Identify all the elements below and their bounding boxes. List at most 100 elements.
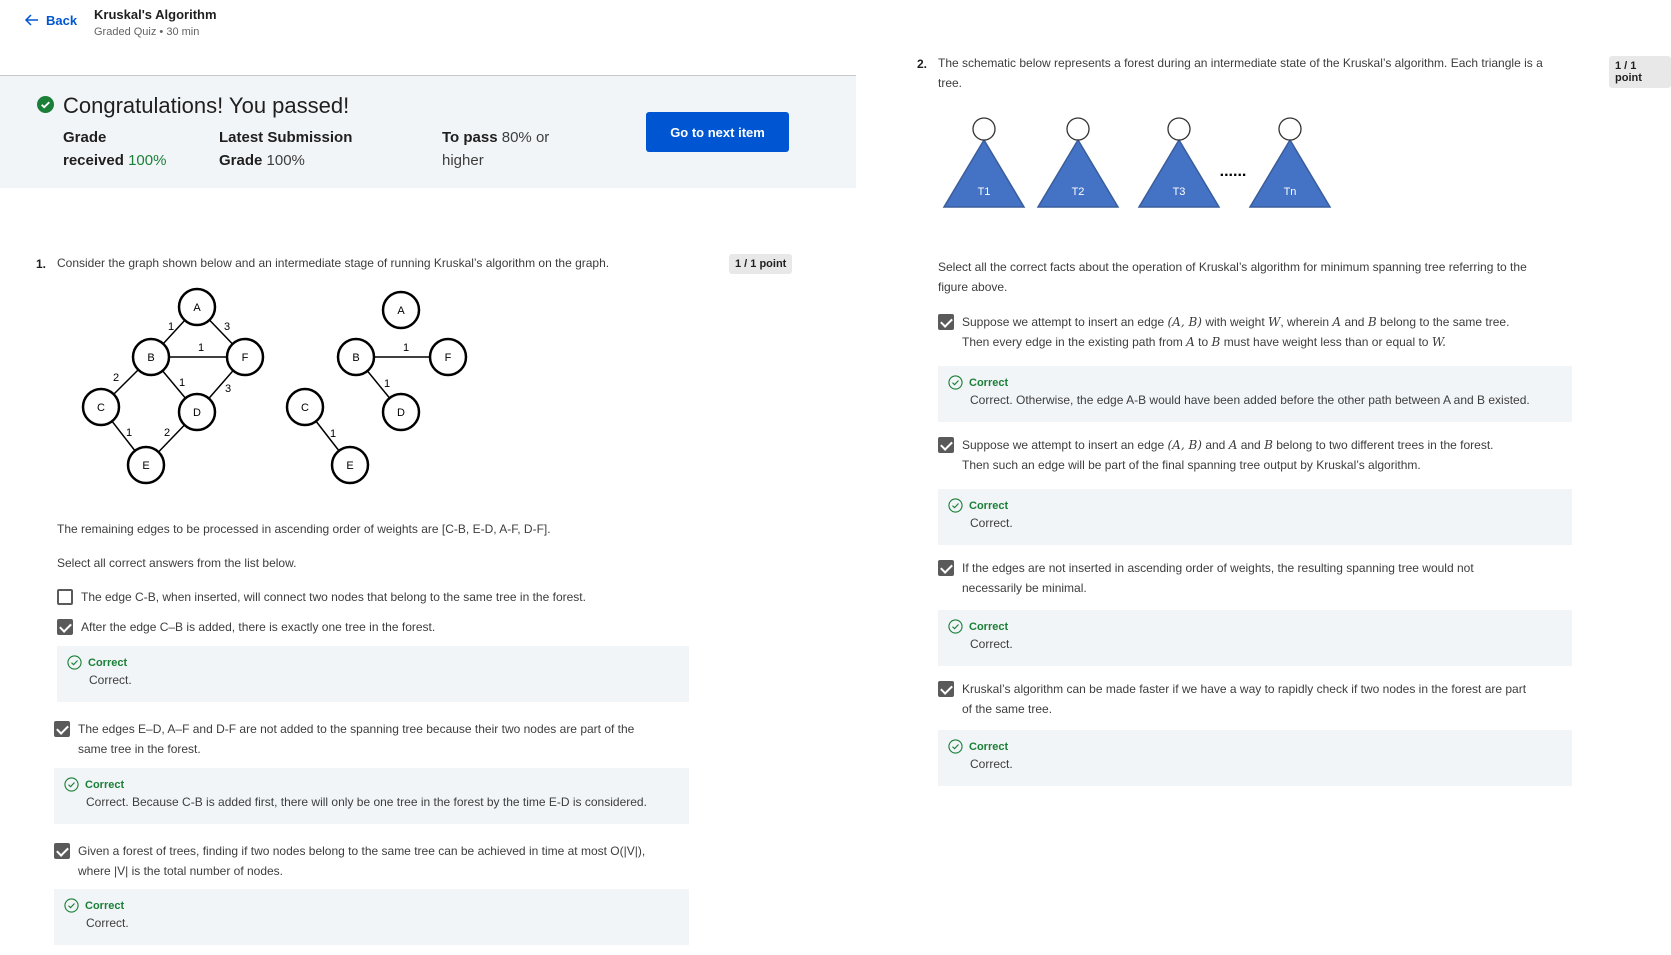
text: and	[1344, 315, 1365, 329]
option-label: Suppose we attempt to insert an edge (A,…	[962, 435, 1494, 475]
feedback-text: Correct.	[970, 637, 1013, 651]
q2-feedback-4: Correct Correct.	[938, 730, 1572, 786]
forest-weight-c-e: 1	[330, 428, 336, 440]
math-expression: (A, B)	[1167, 315, 1202, 329]
weight-b-c: 2	[113, 372, 119, 384]
checkbox[interactable]	[57, 589, 73, 605]
text: belong to the same tree.	[1379, 315, 1510, 329]
text: must have weight less than or equal to	[1223, 335, 1429, 349]
node-label-c: C	[97, 402, 105, 414]
text: and	[1205, 438, 1226, 452]
q2-option-1[interactable]: Suppose we attempt to insert an edge (A,…	[938, 312, 1509, 352]
math-expression: (A, B)	[1167, 438, 1202, 452]
checkbox-checked[interactable]	[938, 560, 954, 576]
quiz-subtitle: Graded Quiz • 30 min	[94, 26, 200, 38]
option-label: The edge C-B, when inserted, will connec…	[81, 590, 586, 604]
forest-node-label-a: A	[397, 305, 405, 317]
q1-option-2[interactable]: After the edge C–B is added, there is ex…	[57, 617, 435, 637]
q1-option-3[interactable]: The edges E–D, A–F and D-F are not added…	[54, 719, 634, 759]
feedback-text: Correct.	[89, 673, 132, 687]
feedback-status: Correct	[969, 376, 1009, 389]
feedback-header: Correct	[67, 655, 679, 670]
latest-label: Latest Submission	[219, 129, 353, 146]
forest-node-label-b: B	[352, 352, 359, 364]
check-circle-icon	[37, 96, 54, 113]
q1-feedback-3: Correct Correct.	[54, 889, 689, 945]
prompt-line-1: The schematic below represents a forest …	[938, 56, 1543, 70]
text: Then such an edge will be part of the fi…	[962, 458, 1421, 472]
feedback-status: Correct	[85, 899, 125, 912]
text: Then every edge in the existing path fro…	[962, 335, 1183, 349]
latest-submission-grade: Latest Submission Grade 100%	[219, 126, 352, 172]
text: Suppose we attempt to insert an edge	[962, 438, 1165, 452]
option-label: Kruskal’s algorithm can be made faster i…	[962, 679, 1526, 719]
feedback-header: Correct	[64, 777, 679, 792]
option-label: If the edges are not inserted in ascendi…	[962, 558, 1474, 598]
question-1-number: 1.	[36, 257, 47, 271]
check-circle-outline-icon	[948, 498, 963, 513]
weight-f-d: 3	[225, 383, 231, 395]
grade-label-2: received	[63, 152, 124, 169]
weight-d-e: 2	[164, 427, 170, 439]
feedback-header: Correct	[948, 619, 1562, 634]
option-label-line-2: where |V| is the total number of nodes.	[78, 864, 284, 878]
checkbox-checked[interactable]	[938, 437, 954, 453]
q1-option-1[interactable]: The edge C-B, when inserted, will connec…	[57, 587, 586, 607]
go-to-next-item-button[interactable]: Go to next item	[646, 112, 789, 152]
check-circle-outline-icon	[948, 739, 963, 754]
node-label-d: D	[193, 407, 201, 419]
option-label-line-2: necessarily be minimal.	[962, 581, 1087, 595]
forest-schematic-figure: T1 T2 T3 Tn ......	[942, 117, 1332, 208]
q2-instruction: Select all the correct facts about the o…	[938, 257, 1527, 297]
checkbox-checked[interactable]	[938, 681, 954, 697]
grade-label: Grade	[63, 129, 107, 146]
feedback-status: Correct	[969, 740, 1009, 753]
option-label: Suppose we attempt to insert an edge (A,…	[962, 312, 1509, 352]
tree-label-t1: T1	[978, 186, 991, 198]
node-label-a: A	[193, 302, 201, 314]
forest-node-label-e: E	[346, 460, 353, 472]
checkbox-checked[interactable]	[57, 619, 73, 635]
latest-value: 100%	[266, 152, 305, 169]
checkbox-checked[interactable]	[54, 843, 70, 859]
option-label: Given a forest of trees, finding if two …	[78, 841, 645, 881]
feedback-header: Correct	[64, 898, 679, 913]
tree-root-t1	[972, 117, 996, 141]
question-1-points-badge: 1 / 1 point	[729, 254, 793, 274]
math-expression: B	[1367, 315, 1377, 329]
latest-label-2: Grade	[219, 152, 263, 169]
q2-option-4[interactable]: Kruskal’s algorithm can be made faster i…	[938, 679, 1526, 719]
checkbox-checked[interactable]	[938, 314, 954, 330]
pass-value: 80% or	[501, 129, 550, 146]
math-expression: W.	[1431, 335, 1446, 349]
feedback-status: Correct	[85, 778, 125, 791]
option-label-line-1: Kruskal’s algorithm can be made faster i…	[962, 682, 1527, 696]
kruskal-graph-figure: A B C D E F A B C D E F 1 3 1 2 1 3 1 2 …	[81, 287, 468, 485]
back-label: Back	[46, 12, 78, 28]
ellipsis-label: ......	[1220, 163, 1247, 180]
question-1-prompt: Consider the graph shown below and an in…	[57, 256, 610, 270]
check-circle-outline-icon	[67, 655, 82, 670]
pass-value-2: higher	[442, 152, 484, 169]
q2-option-3[interactable]: If the edges are not inserted in ascendi…	[938, 558, 1474, 598]
weight-c-e: 1	[126, 427, 132, 439]
tree-label-tn: Tn	[1284, 186, 1297, 198]
q1-option-4[interactable]: Given a forest of trees, finding if two …	[54, 841, 645, 881]
q2-option-2[interactable]: Suppose we attempt to insert an edge (A,…	[938, 435, 1494, 475]
instruction-line-2: figure above.	[938, 280, 1008, 294]
back-link[interactable]: Back	[24, 12, 77, 28]
checkbox-checked[interactable]	[54, 721, 70, 737]
check-circle-outline-icon	[948, 619, 963, 634]
tree-root-tn	[1278, 117, 1302, 141]
node-label-b: B	[147, 352, 154, 364]
math-expression: A	[1332, 315, 1342, 329]
math-expression: B	[1264, 438, 1273, 452]
instruction-line-1: Select all the correct facts about the o…	[938, 260, 1527, 274]
text: , wherein	[1280, 315, 1330, 329]
prompt-line-2: tree.	[938, 76, 963, 90]
grade-value: 100%	[128, 152, 167, 169]
q1-feedback-2: Correct Correct. Because C-B is added fi…	[54, 768, 689, 824]
weight-b-f: 1	[198, 342, 204, 354]
weight-a-f: 3	[224, 321, 230, 333]
text: and	[1240, 438, 1261, 452]
